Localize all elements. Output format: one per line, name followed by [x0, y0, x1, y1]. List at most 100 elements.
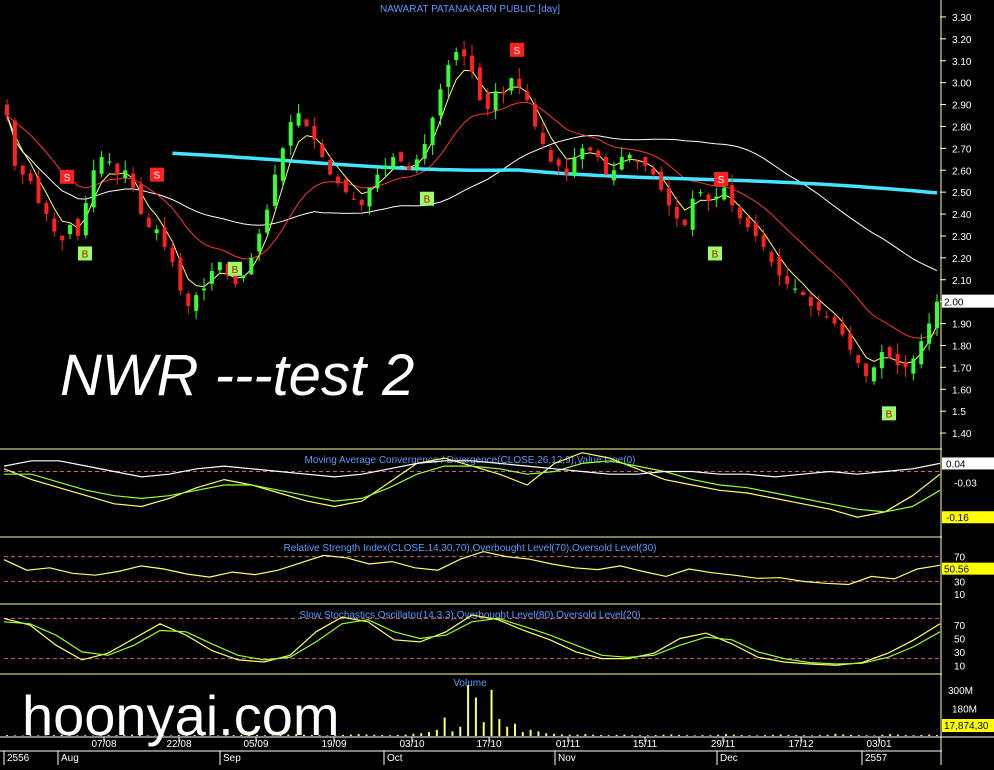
price-tick-label: 1.70 [952, 363, 972, 374]
last-price-label: 2.00 [944, 298, 964, 309]
stoch-tick-label: 70 [954, 621, 966, 632]
candle-body [170, 247, 175, 263]
candle-body [548, 150, 553, 162]
series-line-0 [3, 614, 941, 666]
price-tick-label: 1.90 [952, 320, 972, 331]
signal-label: B [886, 409, 893, 420]
price-tick-label: 3.10 [952, 57, 972, 68]
stock-chart: NAWARAT PATANAKARN PUBLIC [day] S B S B S B S B… [0, 0, 994, 765]
candle-body [249, 257, 254, 275]
candle-body [336, 176, 341, 184]
candle-body [801, 291, 806, 296]
candle-body [470, 55, 474, 72]
stoch-tick-label: 50 [954, 635, 966, 646]
price-tick-label: 2.30 [952, 232, 972, 243]
candle-body [895, 354, 900, 366]
stoch-tick-label: 30 [954, 648, 966, 659]
candle-body [682, 219, 687, 225]
candle-body [501, 91, 506, 94]
price-tick-label: 1.5 [952, 407, 966, 418]
macd-value-label: 0.04 [946, 459, 966, 470]
candle-body [477, 67, 482, 101]
candle-body [296, 113, 301, 126]
candle-body [5, 104, 9, 116]
ema-mid-line [6, 101, 938, 339]
candle-body [871, 367, 876, 382]
candle-body [714, 196, 719, 200]
chart-window: NAWARAT PATANAKARN PUBLIC [day] S B S B S B S B… [0, 0, 994, 765]
candle-body [107, 161, 112, 163]
macd-tick-label: -0.03 [954, 478, 977, 489]
candle-body [509, 78, 514, 91]
x-tick-label: 01/11 [556, 739, 581, 750]
candle-body [864, 363, 869, 377]
candle-body [414, 159, 419, 169]
candle-body [178, 257, 183, 291]
price-tick-label: 1.60 [952, 385, 972, 396]
price-tick-label: 1.80 [952, 341, 972, 352]
signal-label: B [424, 195, 431, 206]
candle-body [911, 358, 916, 374]
candle-body [730, 185, 735, 206]
signal-label: B [712, 249, 719, 260]
candle-body [288, 122, 293, 146]
candle-body [753, 222, 758, 236]
candle-body [564, 168, 569, 175]
signal-label: S [514, 46, 521, 57]
candle-body [635, 161, 640, 163]
candle-body [52, 218, 57, 232]
candle-body [903, 361, 908, 368]
price-tick-label: 2.70 [952, 144, 972, 155]
candle-body [667, 188, 672, 206]
candle-body [887, 347, 892, 359]
price-tick-label: 1.40 [952, 429, 972, 440]
candle-body [131, 173, 136, 188]
price-tick-label: 2.40 [952, 210, 972, 221]
candle-body [68, 225, 73, 235]
candle-body [162, 227, 167, 247]
candle-body [588, 147, 593, 151]
candle-body [454, 51, 459, 61]
candle-body [12, 120, 17, 166]
candle-body [832, 317, 837, 324]
overlay-text: NWR ---test 2 [60, 343, 414, 408]
candle-body [525, 91, 530, 101]
candle-body [217, 262, 222, 271]
candle-body [186, 293, 191, 307]
candle-body [194, 295, 199, 311]
candle-body [438, 89, 443, 116]
candle-body [367, 187, 372, 207]
candle-body [785, 276, 790, 285]
candle-body [343, 179, 348, 193]
candle-body [391, 157, 396, 169]
candle-body [603, 156, 608, 175]
candle-body [422, 143, 427, 159]
stoch-tick-label: 10 [954, 661, 966, 672]
candle-body [60, 235, 65, 241]
price-tick-label: 2.50 [952, 188, 972, 199]
candle-body [517, 78, 522, 88]
rsi-tick-label: 70 [954, 553, 966, 564]
candle-body [328, 160, 333, 175]
signal-label: S [718, 175, 725, 186]
candle-body [375, 174, 380, 189]
candle-body [312, 125, 317, 140]
candle-body [572, 157, 577, 177]
candle-body [20, 165, 25, 175]
signal-label: S [154, 171, 161, 182]
candle-body [659, 171, 664, 190]
candle-body [722, 187, 727, 200]
x-tick-label: 03/10 [399, 739, 424, 750]
month-label: Oct [387, 753, 403, 764]
month-label: 2557 [865, 753, 888, 764]
candle-body [777, 256, 782, 276]
candle-body [123, 170, 128, 179]
candle-body [359, 199, 364, 206]
candle-body [611, 170, 616, 181]
candle-body [627, 154, 632, 159]
candle-body [406, 165, 411, 171]
candle-body [769, 252, 774, 263]
x-tick-label: 03/01 [866, 739, 891, 750]
x-tick-label: 15/11 [633, 739, 658, 750]
candle-body [856, 355, 861, 363]
